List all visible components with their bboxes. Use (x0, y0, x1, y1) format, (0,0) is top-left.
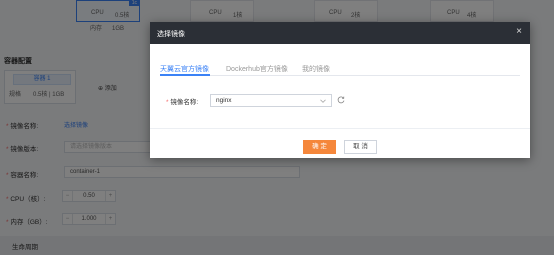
active-tab-indicator (160, 74, 210, 76)
image-name-field-label: * 镜像名称: (166, 99, 199, 106)
image-name-select[interactable]: nginx (210, 94, 332, 107)
chevron-down-icon (320, 99, 326, 103)
required-mark: * (166, 99, 169, 106)
cancel-button[interactable]: 取 消 (344, 140, 377, 154)
image-source-tabs: 天翼云官方镜像 Dockerhub官方镜像 我的镜像 (160, 62, 520, 76)
dialog-header: 选择镜像 × (150, 22, 530, 44)
dialog-title: 选择镜像 (157, 31, 185, 38)
select-image-dialog: 选择镜像 × 天翼云官方镜像 Dockerhub官方镜像 我的镜像 * 镜像名称… (150, 22, 530, 158)
tab-dockerhub-image[interactable]: Dockerhub官方镜像 (226, 64, 288, 74)
close-icon[interactable]: × (514, 27, 524, 37)
refresh-icon[interactable] (337, 96, 345, 104)
confirm-button[interactable]: 确 定 (303, 140, 336, 154)
tab-my-image[interactable]: 我的镜像 (302, 64, 330, 74)
tab-official-image[interactable]: 天翼云官方镜像 (160, 64, 209, 74)
dialog-footer: 确 定 取 消 (150, 128, 530, 158)
image-name-select-value: nginx (216, 97, 232, 104)
